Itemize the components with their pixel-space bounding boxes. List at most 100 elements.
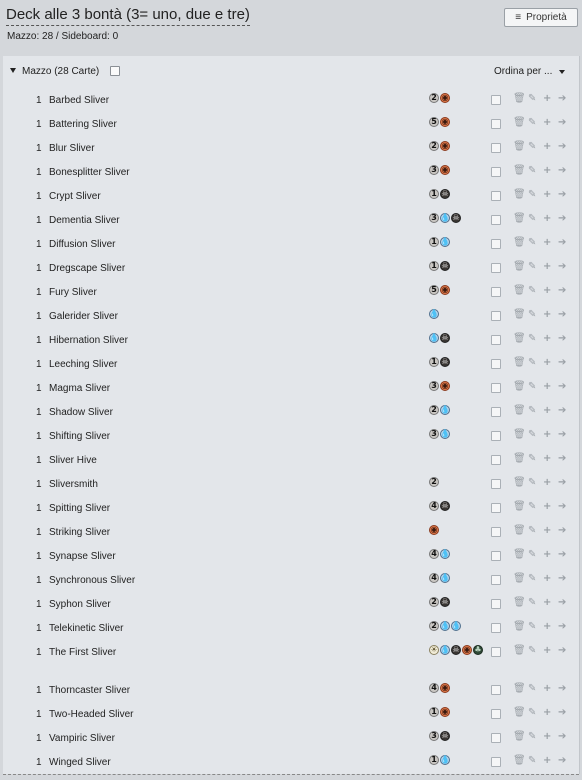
trash-icon[interactable]: 🗑 (513, 357, 526, 369)
section-checkbox[interactable] (110, 66, 120, 76)
card-select-checkbox[interactable] (491, 431, 501, 441)
arrow-right-icon[interactable]: ➔ (558, 165, 566, 177)
trash-icon[interactable]: 🗑 (513, 429, 526, 441)
card-name[interactable]: Shadow Sliver (49, 407, 113, 418)
edit-icon[interactable]: ✎ (528, 453, 536, 465)
card-row[interactable]: 1 Synapse Sliver 4 💧 🗑 ✎ + ➔ (3, 544, 579, 568)
edit-icon[interactable]: ✎ (528, 357, 536, 369)
card-select-checkbox[interactable] (491, 757, 501, 767)
arrow-right-icon[interactable]: ➔ (558, 117, 566, 129)
card-row[interactable]: 1 Blur Sliver 2 ◉ 🗑 ✎ + ➔ (3, 136, 579, 160)
plus-icon[interactable]: + (543, 477, 551, 489)
arrow-right-icon[interactable]: ➔ (558, 573, 566, 585)
card-row[interactable]: 1 Dregscape Sliver 1 ☠ 🗑 ✎ + ➔ (3, 256, 579, 280)
edit-icon[interactable]: ✎ (528, 573, 536, 585)
card-name[interactable]: Leeching Sliver (49, 359, 117, 370)
arrow-right-icon[interactable]: ➔ (558, 707, 566, 719)
edit-icon[interactable]: ✎ (528, 261, 536, 273)
deck-title[interactable]: Deck alle 3 bontà (3= uno, due e tre) (6, 6, 250, 26)
section-label[interactable]: Mazzo (28 Carte) (22, 66, 99, 77)
trash-icon[interactable]: 🗑 (513, 573, 526, 585)
trash-icon[interactable]: 🗑 (513, 453, 526, 465)
card-select-checkbox[interactable] (491, 383, 501, 393)
plus-icon[interactable]: + (543, 525, 551, 537)
card-name[interactable]: Diffusion Sliver (49, 239, 116, 250)
trash-icon[interactable]: 🗑 (513, 405, 526, 417)
edit-icon[interactable]: ✎ (528, 189, 536, 201)
card-select-checkbox[interactable] (491, 455, 501, 465)
arrow-right-icon[interactable]: ➔ (558, 597, 566, 609)
card-row[interactable]: 1 Winged Sliver 1 💧 🗑 ✎ + ➔ (3, 750, 579, 774)
plus-icon[interactable]: + (543, 683, 551, 695)
arrow-right-icon[interactable]: ➔ (558, 549, 566, 561)
card-row[interactable]: 1 Crypt Sliver 1 ☠ 🗑 ✎ + ➔ (3, 184, 579, 208)
edit-icon[interactable]: ✎ (528, 165, 536, 177)
card-select-checkbox[interactable] (491, 551, 501, 561)
card-select-checkbox[interactable] (491, 503, 501, 513)
card-row[interactable]: 1 Shifting Sliver 3 💧 🗑 ✎ + ➔ (3, 424, 579, 448)
trash-icon[interactable]: 🗑 (513, 309, 526, 321)
card-select-checkbox[interactable] (491, 143, 501, 153)
arrow-right-icon[interactable]: ➔ (558, 333, 566, 345)
card-name[interactable]: Dregscape Sliver (49, 263, 125, 274)
card-row[interactable]: 1 Spitting Sliver 4 ☠ 🗑 ✎ + ➔ (3, 496, 579, 520)
card-select-checkbox[interactable] (491, 623, 501, 633)
card-row[interactable]: 1 Galerider Sliver 💧 🗑 ✎ + ➔ (3, 304, 579, 328)
card-name[interactable]: Synchronous Sliver (49, 575, 135, 586)
plus-icon[interactable]: + (543, 237, 551, 249)
card-name[interactable]: Shifting Sliver (49, 431, 110, 442)
card-select-checkbox[interactable] (491, 239, 501, 249)
card-row[interactable]: 1 Thorncaster Sliver 4 ◉ 🗑 ✎ + ➔ (3, 678, 579, 702)
plus-icon[interactable]: + (543, 165, 551, 177)
card-name[interactable]: Winged Sliver (49, 757, 111, 768)
edit-icon[interactable]: ✎ (528, 501, 536, 513)
card-select-checkbox[interactable] (491, 167, 501, 177)
plus-icon[interactable]: + (543, 755, 551, 767)
plus-icon[interactable]: + (543, 117, 551, 129)
card-row[interactable]: 1 Shadow Sliver 2 💧 🗑 ✎ + ➔ (3, 400, 579, 424)
plus-icon[interactable]: + (543, 213, 551, 225)
arrow-right-icon[interactable]: ➔ (558, 285, 566, 297)
arrow-right-icon[interactable]: ➔ (558, 93, 566, 105)
card-select-checkbox[interactable] (491, 215, 501, 225)
arrow-right-icon[interactable]: ➔ (558, 645, 566, 657)
plus-icon[interactable]: + (543, 453, 551, 465)
arrow-right-icon[interactable]: ➔ (558, 357, 566, 369)
edit-icon[interactable]: ✎ (528, 117, 536, 129)
arrow-right-icon[interactable]: ➔ (558, 453, 566, 465)
trash-icon[interactable]: 🗑 (513, 117, 526, 129)
plus-icon[interactable]: + (543, 405, 551, 417)
card-select-checkbox[interactable] (491, 479, 501, 489)
chevron-down-icon[interactable] (559, 70, 565, 74)
card-select-checkbox[interactable] (491, 709, 501, 719)
plus-icon[interactable]: + (543, 189, 551, 201)
trash-icon[interactable]: 🗑 (513, 141, 526, 153)
card-row[interactable]: 1 Synchronous Sliver 4 💧 🗑 ✎ + ➔ (3, 568, 579, 592)
card-row[interactable]: 1 Striking Sliver ◉ 🗑 ✎ + ➔ (3, 520, 579, 544)
card-row[interactable]: 1 Barbed Sliver 2 ◉ 🗑 ✎ + ➔ (3, 88, 579, 112)
card-row[interactable]: 1 Sliver Hive 🗑 ✎ + ➔ (3, 448, 579, 472)
edit-icon[interactable]: ✎ (528, 525, 536, 537)
arrow-right-icon[interactable]: ➔ (558, 731, 566, 743)
plus-icon[interactable]: + (543, 261, 551, 273)
edit-icon[interactable]: ✎ (528, 731, 536, 743)
edit-icon[interactable]: ✎ (528, 755, 536, 767)
trash-icon[interactable]: 🗑 (513, 213, 526, 225)
plus-icon[interactable]: + (543, 141, 551, 153)
card-row[interactable]: 1 Diffusion Sliver 1 💧 🗑 ✎ + ➔ (3, 232, 579, 256)
edit-icon[interactable]: ✎ (528, 141, 536, 153)
plus-icon[interactable]: + (543, 731, 551, 743)
edit-icon[interactable]: ✎ (528, 477, 536, 489)
card-name[interactable]: Fury Sliver (49, 287, 97, 298)
plus-icon[interactable]: + (543, 597, 551, 609)
card-select-checkbox[interactable] (491, 733, 501, 743)
plus-icon[interactable]: + (543, 429, 551, 441)
card-name[interactable]: Sliversmith (49, 479, 98, 490)
card-name[interactable]: Telekinetic Sliver (49, 623, 123, 634)
trash-icon[interactable]: 🗑 (513, 621, 526, 633)
arrow-right-icon[interactable]: ➔ (558, 525, 566, 537)
trash-icon[interactable]: 🗑 (513, 549, 526, 561)
card-select-checkbox[interactable] (491, 95, 501, 105)
plus-icon[interactable]: + (543, 309, 551, 321)
card-name[interactable]: Blur Sliver (49, 143, 95, 154)
